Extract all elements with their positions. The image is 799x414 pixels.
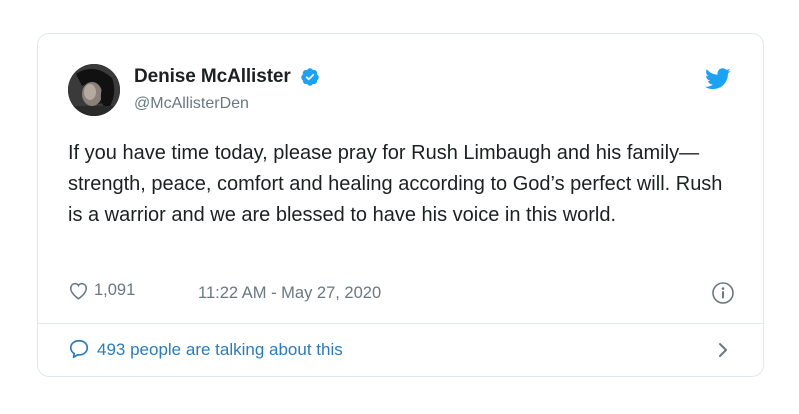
author-block: Denise McAllister @McAllisterDen: [134, 66, 320, 113]
chevron-right-icon: [719, 343, 727, 357]
like-count: 1,091: [94, 281, 136, 299]
tweet-header: Denise McAllister @McAllisterDen: [68, 64, 733, 124]
tweet-meta: 1,091 11:22 AM - May 27, 2020: [68, 281, 735, 307]
heart-icon: [69, 282, 88, 300]
verified-badge-icon: [301, 68, 319, 86]
avatar-image: [68, 64, 120, 116]
twitter-bird-icon[interactable]: [705, 68, 731, 90]
tweet-card: Denise McAllister @McAllisterDen If you …: [37, 33, 764, 377]
info-icon[interactable]: [711, 281, 735, 305]
tweet-text: If you have time today, please pray for …: [68, 142, 723, 226]
avatar[interactable]: [68, 64, 120, 116]
author-display-name[interactable]: Denise McAllister: [134, 66, 291, 88]
conversation-label: 493 people are talking about this: [97, 340, 343, 359]
speech-bubble-icon: [69, 339, 89, 359]
tweet-timestamp[interactable]: 11:22 AM - May 27, 2020: [198, 284, 381, 303]
author-handle[interactable]: @McAllisterDen: [134, 95, 320, 113]
conversation-link[interactable]: 493 people are talking about this: [68, 336, 735, 364]
divider: [38, 323, 763, 324]
like-button[interactable]: 1,091: [68, 281, 135, 300]
